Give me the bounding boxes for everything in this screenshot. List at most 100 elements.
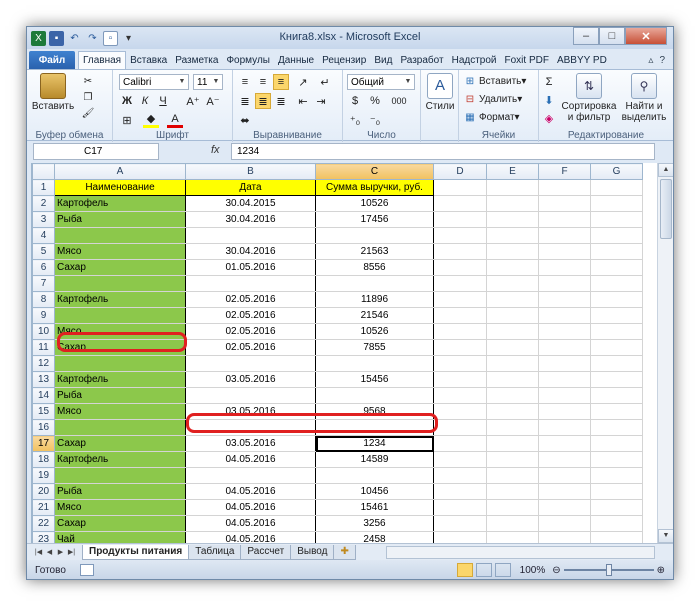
cell-sum[interactable]: 1234 [315, 435, 434, 452]
cell[interactable] [538, 435, 591, 452]
cell-date[interactable]: 03.05.2016 [185, 371, 316, 388]
align-left-icon[interactable]: ≣ [237, 93, 253, 109]
cell[interactable] [433, 403, 487, 420]
cut-icon[interactable]: ✂ [81, 74, 97, 89]
cell[interactable] [433, 259, 487, 276]
cell-date[interactable]: 04.05.2016 [185, 451, 316, 468]
cell[interactable] [590, 339, 643, 356]
cell[interactable] [433, 243, 487, 260]
cell[interactable] [538, 515, 591, 532]
cell[interactable] [538, 499, 591, 516]
cell[interactable] [433, 339, 487, 356]
decrease-decimal-icon[interactable]: ⁻₀ [367, 112, 383, 128]
cell-sum[interactable]: 14589 [315, 451, 434, 468]
column-header-a[interactable]: A [54, 163, 186, 180]
cell[interactable] [538, 211, 591, 228]
tab-developer[interactable]: Разработ [396, 51, 447, 69]
cell-name[interactable] [54, 419, 186, 436]
row-header[interactable]: 11 [32, 339, 55, 356]
cell-date[interactable]: 04.05.2016 [185, 531, 316, 543]
cell-date[interactable]: 30.04.2015 [185, 195, 316, 212]
cell-sum[interactable]: 21563 [315, 243, 434, 260]
cell[interactable] [538, 531, 591, 543]
cell-date[interactable]: 04.05.2016 [185, 515, 316, 532]
row-header[interactable]: 17 [32, 435, 55, 452]
cell[interactable] [433, 211, 487, 228]
cell-date[interactable]: 30.04.2016 [185, 211, 316, 228]
increase-decimal-icon[interactable]: ⁺₀ [347, 112, 363, 128]
insert-cells-button[interactable]: ⊞ Вставить ▾ [463, 74, 527, 89]
cell[interactable] [433, 531, 487, 543]
cell[interactable] [486, 291, 539, 308]
row-header[interactable]: 2 [32, 195, 55, 212]
cell[interactable] [486, 515, 539, 532]
row-header[interactable]: 18 [32, 451, 55, 468]
cell[interactable] [538, 451, 591, 468]
column-header-g[interactable]: G [590, 163, 643, 180]
italic-button[interactable]: К [137, 93, 153, 109]
cell[interactable] [433, 467, 487, 484]
sheet-tab-products[interactable]: Продукты питания [82, 544, 190, 560]
delete-cells-button[interactable]: ⊟ Удалить ▾ [463, 92, 522, 107]
cell-name[interactable]: Сахар [54, 435, 186, 452]
tab-foxit-pdf[interactable]: Foxit PDF [501, 51, 553, 69]
cell-name[interactable]: Чай [54, 531, 186, 543]
page-layout-view-icon[interactable] [475, 563, 492, 577]
cell-name[interactable]: Мясо [54, 499, 186, 516]
cell[interactable] [486, 371, 539, 388]
cell[interactable] [538, 339, 591, 356]
zoom-out-icon[interactable]: ⊖ [552, 565, 560, 576]
increase-indent-icon[interactable]: ⇥ [313, 93, 329, 109]
cell[interactable] [538, 307, 591, 324]
cell[interactable] [486, 355, 539, 372]
row-header[interactable]: 1 [32, 179, 55, 196]
cell-date[interactable]: 02.05.2016 [185, 307, 316, 324]
zoom-in-icon[interactable]: ⊕ [657, 565, 665, 576]
column-header-f[interactable]: F [538, 163, 591, 180]
cell-name[interactable] [54, 355, 186, 372]
row-header[interactable]: 5 [32, 243, 55, 260]
sheet-tab-calc[interactable]: Рассчет [240, 544, 292, 560]
row-header[interactable]: 19 [32, 467, 55, 484]
cell-sum[interactable]: 3256 [315, 515, 434, 532]
cell-sum[interactable]: 8556 [315, 259, 434, 276]
cell-sum[interactable]: 17456 [315, 211, 434, 228]
column-header-b[interactable]: B [185, 163, 316, 180]
cell[interactable] [590, 259, 643, 276]
cell-sum[interactable] [315, 275, 434, 292]
cell[interactable] [590, 211, 643, 228]
header-cell-sum[interactable]: Сумма выручки, руб. [315, 179, 434, 196]
cell[interactable] [590, 387, 643, 404]
cell-name[interactable] [54, 307, 186, 324]
cell[interactable] [433, 355, 487, 372]
cell[interactable] [538, 355, 591, 372]
cell[interactable] [433, 515, 487, 532]
cell-sum[interactable]: 2458 [315, 531, 434, 543]
cell-name[interactable]: Картофель [54, 451, 186, 468]
format-cells-button[interactable]: ▦ Формат ▾ [463, 110, 519, 125]
cell-name[interactable]: Картофель [54, 195, 186, 212]
next-sheet-icon[interactable]: ▶ [55, 548, 66, 556]
worksheet-grid[interactable]: A B C D E F G 1 Наименование Дата Сумма … [31, 163, 657, 543]
cell[interactable] [590, 355, 643, 372]
formula-input[interactable]: 1234 [231, 143, 655, 160]
row-header[interactable]: 4 [32, 227, 55, 244]
cell[interactable] [590, 227, 643, 244]
qat-customize-icon[interactable]: ▾ [121, 31, 136, 46]
tab-page-layout[interactable]: Разметка [171, 51, 222, 69]
format-painter-icon[interactable]: 🖌 [81, 106, 97, 121]
cell[interactable] [590, 307, 643, 324]
tab-abbyy[interactable]: ABBYY PD [553, 51, 611, 69]
save-icon[interactable]: ▪ [49, 30, 64, 46]
vertical-scrollbar[interactable]: ▲ ▼ [657, 163, 673, 543]
first-sheet-icon[interactable]: |◀ [33, 548, 44, 556]
cell-name[interactable] [54, 227, 186, 244]
cell-sum[interactable]: 11896 [315, 291, 434, 308]
cell[interactable] [433, 307, 487, 324]
cell[interactable] [590, 243, 643, 260]
zoom-level[interactable]: 100% [520, 565, 546, 576]
tab-view[interactable]: Вид [370, 51, 396, 69]
scroll-up-icon[interactable]: ▲ [658, 163, 673, 177]
cell[interactable] [590, 275, 643, 292]
row-header[interactable]: 3 [32, 211, 55, 228]
